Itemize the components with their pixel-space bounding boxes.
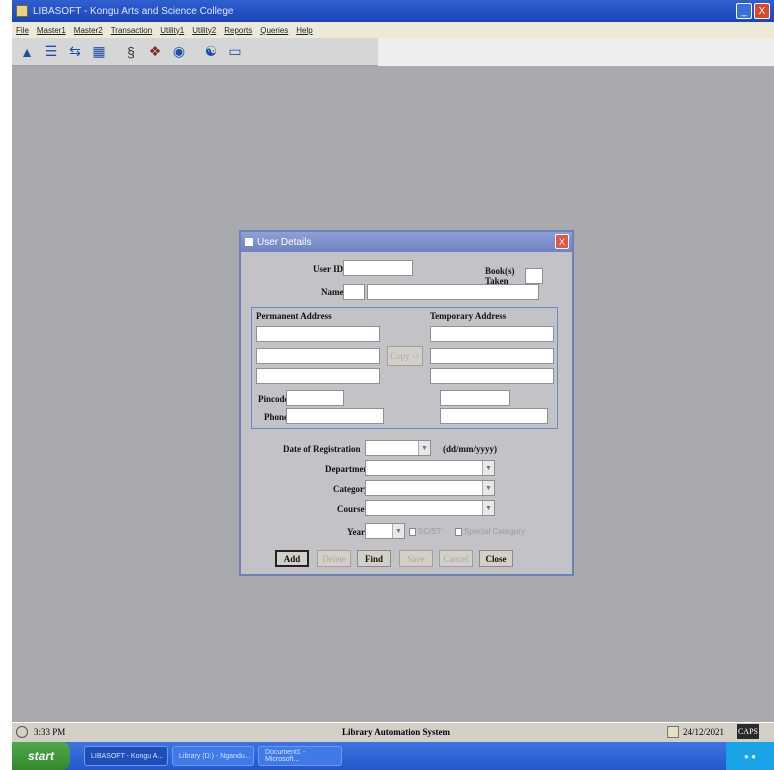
calendar-icon xyxy=(666,726,679,738)
app-icon xyxy=(16,5,28,17)
cancel-button[interactable]: Cancel xyxy=(439,550,473,567)
permanent-address-line1[interactable] xyxy=(256,326,380,342)
temporary-phone-input[interactable] xyxy=(440,408,548,424)
start-button[interactable]: start xyxy=(12,742,70,770)
find-button[interactable]: Find xyxy=(357,550,391,567)
taskbar-item-library-folder[interactable]: Library (D:) - Ngandu... xyxy=(172,746,254,766)
temporary-address-line1[interactable] xyxy=(430,326,554,342)
date-of-registration-label: Date of Registration xyxy=(283,444,361,454)
app-title: LIBASOFT - Kongu Arts and Science Colleg… xyxy=(33,5,234,17)
status-date: 24/12/2021 xyxy=(682,727,724,737)
taskbar-item-libasoft[interactable]: LIBASOFT - Kongu A... xyxy=(84,746,168,766)
menu-file[interactable]: File xyxy=(16,26,29,35)
system-tray: ● ● xyxy=(726,742,774,770)
menu-utility1[interactable]: Utility1 xyxy=(160,26,184,35)
permanent-phone-input[interactable] xyxy=(286,408,384,424)
toolbar-blank-area xyxy=(378,38,774,66)
close-window-button[interactable]: X xyxy=(754,3,770,19)
help-icon[interactable]: ☯ xyxy=(200,41,222,63)
dialog-title: User Details xyxy=(257,236,312,248)
date-of-registration-input[interactable]: ▼ xyxy=(365,440,431,456)
scst-checkbox-box[interactable] xyxy=(409,527,416,536)
temporary-address-line3[interactable] xyxy=(430,368,554,384)
menu-bar: File Master1 Master2 Transaction Utility… xyxy=(12,22,774,38)
delete-button[interactable]: Delete xyxy=(317,550,351,567)
scst-checkbox[interactable]: SC/ST xyxy=(409,527,442,536)
department-dropdown-icon[interactable]: ▼ xyxy=(482,461,494,475)
course-label: Course xyxy=(337,504,365,514)
status-tag: CAPS xyxy=(736,724,759,739)
name-initial-input[interactable] xyxy=(343,284,365,300)
menu-help[interactable]: Help xyxy=(296,26,312,35)
globe-icon[interactable]: ◉ xyxy=(168,41,190,63)
name-label: Name xyxy=(321,287,344,297)
user-id-label: User ID xyxy=(313,264,344,274)
scst-label: SC/ST xyxy=(418,527,442,536)
category-dropdown-icon[interactable]: ▼ xyxy=(482,481,494,495)
dialog-close-button[interactable]: X xyxy=(555,234,569,249)
special-category-checkbox[interactable]: Special Category xyxy=(455,527,525,536)
status-app-name: Library Automation System xyxy=(342,727,450,737)
toolbar: ▲ ☰ ⇆ ▦ § ❖ ◉ ☯ ▭ xyxy=(12,38,774,66)
app-title-bar: LIBASOFT - Kongu Arts and Science Colleg… xyxy=(12,0,774,22)
year-label: Year xyxy=(347,527,365,537)
add-button[interactable]: Add xyxy=(275,550,309,567)
phone-label: Phone xyxy=(264,412,289,422)
permanent-pincode-input[interactable] xyxy=(286,390,344,406)
permanent-address-label: Permanent Address xyxy=(256,311,332,321)
pincode-label: Pincode xyxy=(258,394,289,404)
menu-utility2[interactable]: Utility2 xyxy=(192,26,216,35)
dialog-icon xyxy=(245,238,253,246)
books-taken-label-line2: Taken xyxy=(485,276,509,286)
screen: LIBASOFT - Kongu Arts and Science Colleg… xyxy=(12,0,774,770)
taskbar-item-document[interactable]: Document1 - Microsoft... xyxy=(258,746,342,766)
user-details-dialog: User Details X User ID Name Book(s) Take… xyxy=(239,230,574,576)
permanent-address-line3[interactable] xyxy=(256,368,380,384)
course-dropdown-icon[interactable]: ▼ xyxy=(482,501,494,515)
special-category-checkbox-box[interactable] xyxy=(455,527,462,536)
address-group: Permanent Address Temporary Address Copy… xyxy=(251,307,558,429)
status-time: 3:33 PM xyxy=(34,727,66,737)
department-select[interactable]: ▼ xyxy=(365,460,495,476)
temporary-address-line2[interactable] xyxy=(430,348,554,364)
menu-transaction[interactable]: Transaction xyxy=(111,26,153,35)
books-icon[interactable]: ☰ xyxy=(40,41,62,63)
printer-icon[interactable]: ▦ xyxy=(88,41,110,63)
menu-reports[interactable]: Reports xyxy=(224,26,252,35)
minimize-button[interactable]: _ xyxy=(736,3,752,19)
menu-queries[interactable]: Queries xyxy=(260,26,288,35)
year-select[interactable]: ▼ xyxy=(365,523,405,539)
dialog-title-bar: User Details X xyxy=(241,232,572,252)
date-dropdown-icon[interactable]: ▼ xyxy=(418,441,430,455)
exit-icon[interactable]: ▭ xyxy=(224,41,246,63)
taskbar: start LIBASOFT - Kongu A... Library (D:)… xyxy=(12,742,774,770)
name-input[interactable] xyxy=(367,284,539,300)
users-icon[interactable]: ▲ xyxy=(16,41,38,63)
search-icon[interactable]: ❖ xyxy=(144,41,166,63)
category-select[interactable]: ▼ xyxy=(365,480,495,496)
special-category-label: Special Category xyxy=(464,527,525,536)
save-button[interactable]: Save xyxy=(399,550,433,567)
user-id-input[interactable] xyxy=(343,260,413,276)
clock-icon xyxy=(16,726,28,738)
menu-master2[interactable]: Master2 xyxy=(74,26,103,35)
transfer-icon[interactable]: ⇆ xyxy=(64,41,86,63)
category-label: Category xyxy=(333,484,369,494)
books-taken-label-line1: Book(s) xyxy=(485,266,515,276)
temporary-pincode-input[interactable] xyxy=(440,390,510,406)
year-dropdown-icon[interactable]: ▼ xyxy=(392,524,404,538)
copy-address-button[interactable]: Copy -> xyxy=(387,346,423,366)
date-format-label: (dd/mm/yyyy) xyxy=(443,444,497,454)
issue-icon[interactable]: § xyxy=(120,41,142,63)
books-taken-input[interactable] xyxy=(525,268,543,284)
course-select[interactable]: ▼ xyxy=(365,500,495,516)
permanent-address-line2[interactable] xyxy=(256,348,380,364)
temporary-address-label: Temporary Address xyxy=(430,311,507,321)
close-dialog-button[interactable]: Close xyxy=(479,550,513,567)
status-bar: 3:33 PM Library Automation System 24/12/… xyxy=(12,722,774,742)
menu-master1[interactable]: Master1 xyxy=(37,26,66,35)
